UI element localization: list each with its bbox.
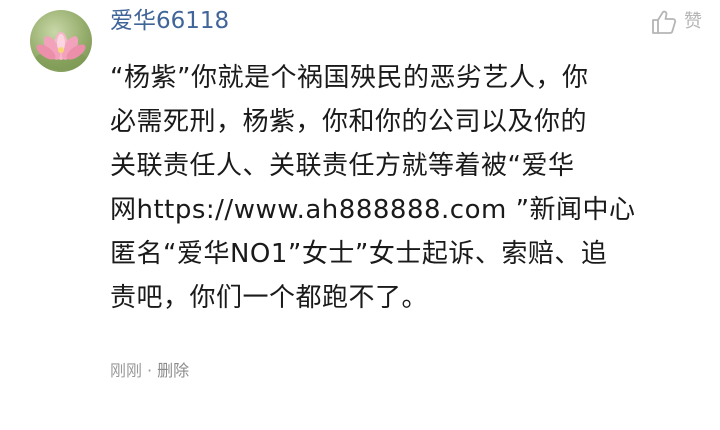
comment-line: 网https://www.ah888888.com ”新闻中心 (110, 195, 636, 225)
username-link[interactable]: 爱华66118 (110, 4, 229, 38)
comment-line: 关联责任人、关联责任方就等着被“爱华 (110, 151, 575, 181)
comment-meta: 刚刚 · 删除 (110, 360, 189, 382)
comment-item: 爱华66118 赞 “杨紫”你就是个祸国殃民的恶劣艺人，你 必需死刑，杨紫，你和… (0, 0, 720, 430)
comment-text: “杨紫”你就是个祸国殃民的恶劣艺人，你 必需死刑，杨紫，你和你的公司以及你的 关… (110, 56, 690, 320)
comment-line: “杨紫”你就是个祸国殃民的恶劣艺人，你 (110, 63, 589, 93)
avatar[interactable] (30, 10, 92, 72)
comment-time: 刚刚 (110, 361, 143, 380)
thumbs-up-icon (652, 10, 677, 34)
comment-line: 责吧，你们一个都跑不了。 (110, 283, 429, 313)
comment-line: 匿名“爱华NO1”女士”女士起诉、索赔、追 (110, 239, 608, 269)
delete-button[interactable]: 删除 (157, 361, 189, 380)
comment-line: 必需死刑，杨紫，你和你的公司以及你的 (110, 107, 588, 137)
like-label: 赞 (684, 11, 702, 32)
lotus-flower-icon (35, 32, 87, 70)
meta-separator: · (147, 361, 153, 380)
like-button[interactable]: 赞 (650, 8, 702, 36)
